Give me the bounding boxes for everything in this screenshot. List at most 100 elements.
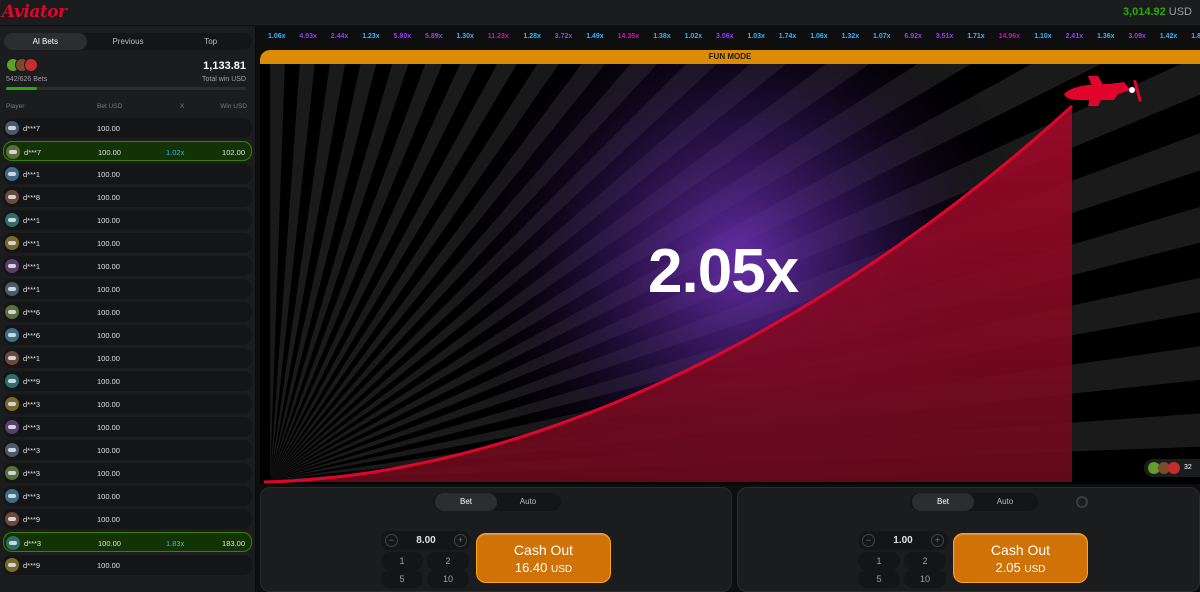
- stake-stepper[interactable]: − 1.00 +: [858, 531, 948, 550]
- avatar: [6, 145, 20, 159]
- tab-all-bets[interactable]: Al Bets: [4, 33, 87, 50]
- col-x: X: [180, 103, 185, 110]
- history-multiplier[interactable]: 1.07x: [873, 33, 891, 40]
- bet-amount: 100.00: [98, 148, 121, 157]
- history-multiplier[interactable]: 2.41x: [1066, 33, 1084, 40]
- bet-row: d***3 100.00 1.83x 183.00: [3, 532, 252, 552]
- history-multiplier[interactable]: 4.93x: [299, 33, 317, 40]
- bet-row: d***7 100.00: [3, 118, 252, 138]
- aviator-logo[interactable]: Aviator: [2, 2, 67, 22]
- history-multiplier[interactable]: 3.09x: [1128, 33, 1146, 40]
- bet-row: d***7 100.00 1.02x 102.00: [3, 141, 252, 161]
- col-win: Win USD: [220, 103, 247, 110]
- history-multiplier[interactable]: 1.10x: [1034, 33, 1052, 40]
- quick-amount-1[interactable]: 1: [858, 552, 900, 570]
- history-multiplier[interactable]: 14.35x: [618, 33, 639, 40]
- balance-currency: USD: [1168, 6, 1192, 18]
- avatar: [5, 558, 19, 572]
- avatar: [5, 466, 19, 480]
- bet-amount: 100.00: [97, 446, 120, 455]
- total-win-value: 1,133.81: [203, 60, 246, 72]
- quick-amount-2[interactable]: 2: [427, 552, 469, 570]
- plus-icon[interactable]: +: [454, 534, 467, 547]
- avatar: [5, 397, 19, 411]
- bet-row: d***3 100.00: [3, 417, 252, 437]
- tab-bet[interactable]: Bet: [435, 493, 497, 511]
- history-multiplier[interactable]: 1.49x: [586, 33, 604, 40]
- cash-out-button[interactable]: Cash Out 2.05 USD: [953, 533, 1088, 583]
- bet-win: 183.00: [222, 539, 245, 548]
- history-multiplier[interactable]: 1.30x: [456, 33, 474, 40]
- history-multiplier[interactable]: 5.89x: [425, 33, 443, 40]
- avatar: [5, 489, 19, 503]
- history-multiplier[interactable]: 5.80x: [394, 33, 412, 40]
- history-multiplier[interactable]: 1.28x: [523, 33, 541, 40]
- bet-player-name: d***8: [23, 193, 41, 202]
- bet-row: d***3 100.00: [3, 486, 252, 506]
- tab-bet[interactable]: Bet: [912, 493, 974, 511]
- cash-out-amount-line: 16.40 USD: [477, 560, 610, 575]
- history-multiplier[interactable]: 1.74x: [779, 33, 797, 40]
- quick-amount-5[interactable]: 5: [381, 570, 423, 588]
- quick-amount-10[interactable]: 10: [904, 570, 946, 588]
- history-multiplier[interactable]: 6.92x: [904, 33, 922, 40]
- history-multiplier[interactable]: 3.06x: [716, 33, 734, 40]
- bet-amount: 100.00: [97, 193, 120, 202]
- quick-amount-2[interactable]: 2: [904, 552, 946, 570]
- remove-panel-icon[interactable]: [1076, 496, 1088, 508]
- tab-auto[interactable]: Auto: [497, 493, 559, 511]
- bet-row: d***8 100.00: [3, 187, 252, 207]
- history-multiplier[interactable]: 1.03x: [747, 33, 765, 40]
- tab-top[interactable]: Top: [169, 33, 252, 50]
- history-multiplier[interactable]: 1.71x: [967, 33, 985, 40]
- history-multiplier[interactable]: 11.23x: [488, 33, 509, 40]
- history-multiplier[interactable]: 1.36x: [1097, 33, 1115, 40]
- history-multiplier[interactable]: 1.06x: [810, 33, 828, 40]
- cash-out-button[interactable]: Cash Out 16.40 USD: [476, 533, 611, 583]
- history-multiplier[interactable]: 3.72x: [555, 33, 573, 40]
- history-multiplier[interactable]: 1.23x: [362, 33, 380, 40]
- bet-row: d***9 100.00: [3, 555, 252, 575]
- bettor-avatars: [6, 58, 46, 72]
- avatar: [5, 259, 19, 273]
- history-multiplier[interactable]: 1.42x: [1160, 33, 1178, 40]
- history-multiplier[interactable]: 2.44x: [331, 33, 349, 40]
- history-multiplier[interactable]: 1.38x: [653, 33, 671, 40]
- avatar: [5, 121, 19, 135]
- cash-out-amount: 2.05: [995, 560, 1021, 575]
- bet-player-name: d***3: [23, 400, 41, 409]
- tab-previous[interactable]: Previous: [87, 33, 170, 50]
- bet-amount: 100.00: [97, 423, 120, 432]
- bet-amount: 100.00: [97, 331, 120, 340]
- bet-player-name: d***3: [23, 446, 41, 455]
- quick-amount-5[interactable]: 5: [858, 570, 900, 588]
- bet-amount: 100.00: [97, 262, 120, 271]
- history-multiplier[interactable]: 3.51x: [936, 33, 954, 40]
- plus-icon[interactable]: +: [931, 534, 944, 547]
- cash-out-amount-line: 2.05 USD: [954, 560, 1087, 575]
- history-multiplier[interactable]: 1.32x: [842, 33, 860, 40]
- bet-player-name: d***3: [23, 423, 41, 432]
- quick-amount-1[interactable]: 1: [381, 552, 423, 570]
- stake-stepper[interactable]: − 8.00 +: [381, 531, 471, 550]
- history-multiplier[interactable]: 1.89x: [1191, 33, 1200, 40]
- history-multiplier[interactable]: 1.02x: [685, 33, 703, 40]
- bet-player-name: d***1: [23, 354, 41, 363]
- avatar: [5, 282, 19, 296]
- online-count: 32: [1184, 464, 1192, 471]
- history-multiplier[interactable]: 1.06x: [268, 33, 286, 40]
- tab-auto[interactable]: Auto: [974, 493, 1036, 511]
- avatar: [5, 351, 19, 365]
- bet-amount: 100.00: [98, 539, 121, 548]
- bets-list: d***7 100.00 d***7 100.00 1.02x 102.00 d***1 10…: [3, 118, 252, 578]
- bet-row: d***3 100.00: [3, 394, 252, 414]
- online-players[interactable]: 32: [1144, 459, 1200, 477]
- bet-row: d***1 100.00: [3, 164, 252, 184]
- bet-amount: 100.00: [97, 354, 120, 363]
- quick-amount-10[interactable]: 10: [427, 570, 469, 588]
- avatar: [5, 420, 19, 434]
- bet-row: d***6 100.00: [3, 325, 252, 345]
- bet-row: d***9 100.00: [3, 371, 252, 391]
- history-multiplier[interactable]: 14.96x: [999, 33, 1020, 40]
- bet-amount: 100.00: [97, 377, 120, 386]
